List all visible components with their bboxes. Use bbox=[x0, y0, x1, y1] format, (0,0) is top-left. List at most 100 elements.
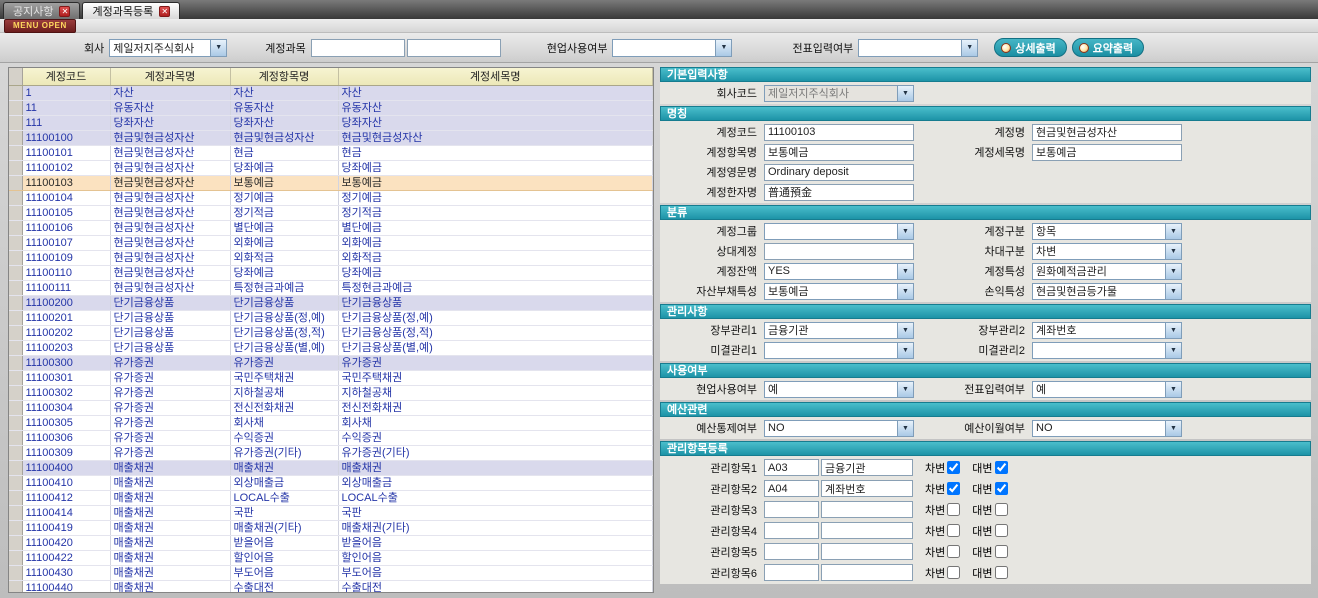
row-gutter[interactable] bbox=[9, 145, 22, 160]
cell-detail[interactable]: 외상매출금 bbox=[338, 475, 653, 490]
debit-checkbox-5[interactable] bbox=[947, 545, 960, 558]
cell-subject[interactable]: 매출채권 bbox=[110, 520, 230, 535]
cell-item[interactable]: 수출대전 bbox=[230, 580, 338, 593]
cell-subject[interactable]: 당좌자산 bbox=[110, 115, 230, 130]
cell-code[interactable]: 11100300 bbox=[22, 355, 110, 370]
debit-checkbox-1[interactable] bbox=[947, 461, 960, 474]
table-row[interactable]: 11100106현금및현금성자산별단예금별단예금 bbox=[9, 220, 653, 235]
cell-code[interactable]: 1 bbox=[22, 85, 110, 100]
table-row[interactable]: 11100412매출채권LOCAL수출LOCAL수출 bbox=[9, 490, 653, 505]
cell-subject[interactable]: 현금및현금성자산 bbox=[110, 205, 230, 220]
cell-detail[interactable]: 유동자산 bbox=[338, 100, 653, 115]
table-row[interactable]: 11100104현금및현금성자산정기예금정기예금 bbox=[9, 190, 653, 205]
row-gutter[interactable] bbox=[9, 235, 22, 250]
cell-detail[interactable]: 당좌자산 bbox=[338, 115, 653, 130]
cell-code[interactable]: 11100111 bbox=[22, 280, 110, 295]
col-header-detail[interactable]: 계정세목명 bbox=[338, 68, 653, 85]
row-gutter[interactable] bbox=[9, 250, 22, 265]
cell-item[interactable]: 할인어음 bbox=[230, 550, 338, 565]
account-code-filter-input[interactable] bbox=[311, 39, 405, 57]
table-row[interactable]: 11100109현금및현금성자산외화적금외화적금 bbox=[9, 250, 653, 265]
cell-item[interactable]: 받을어음 bbox=[230, 535, 338, 550]
cell-subject[interactable]: 매출채권 bbox=[110, 490, 230, 505]
cell-subject[interactable]: 유가증권 bbox=[110, 355, 230, 370]
account-name-filter-input[interactable] bbox=[407, 39, 501, 57]
cell-detail[interactable]: 수출대전 bbox=[338, 580, 653, 593]
account-name-input[interactable] bbox=[1032, 124, 1182, 141]
table-row[interactable]: 11100107현금및현금성자산외화예금외화예금 bbox=[9, 235, 653, 250]
cell-subject[interactable]: 매출채권 bbox=[110, 505, 230, 520]
cell-item[interactable]: 당좌예금 bbox=[230, 160, 338, 175]
cell-code[interactable]: 11100414 bbox=[22, 505, 110, 520]
cell-subject[interactable]: 현금및현금성자산 bbox=[110, 190, 230, 205]
row-gutter[interactable] bbox=[9, 385, 22, 400]
mgmt-item-code-input-6[interactable] bbox=[764, 564, 819, 581]
cell-item[interactable]: 단기금융상품 bbox=[230, 295, 338, 310]
cell-detail[interactable]: 당좌예금 bbox=[338, 265, 653, 280]
mgmt-item-code-input-2[interactable] bbox=[764, 480, 819, 497]
table-row[interactable]: 11100430매출채권부도어음부도어음 bbox=[9, 565, 653, 580]
table-row[interactable]: 11100410매출채권외상매출금외상매출금 bbox=[9, 475, 653, 490]
mgmt-item-name-input-4[interactable] bbox=[821, 522, 913, 539]
company-select[interactable]: 제일저지주식회사 ▼ bbox=[109, 39, 227, 57]
cell-subject[interactable]: 현금및현금성자산 bbox=[110, 235, 230, 250]
cell-code[interactable]: 11100309 bbox=[22, 445, 110, 460]
cell-item[interactable]: 유가증권(기타) bbox=[230, 445, 338, 460]
cell-subject[interactable]: 유가증권 bbox=[110, 400, 230, 415]
cell-subject[interactable]: 매출채권 bbox=[110, 460, 230, 475]
cell-item[interactable]: 매출채권 bbox=[230, 460, 338, 475]
mgmt-item-name-input-5[interactable] bbox=[821, 543, 913, 560]
debit-checkbox-6[interactable] bbox=[947, 566, 960, 579]
table-row[interactable]: 11100202단기금융상품단기금융상품(정,적)단기금융상품(정,적) bbox=[9, 325, 653, 340]
account-group-select[interactable]: ▼ bbox=[764, 223, 914, 240]
row-gutter[interactable] bbox=[9, 190, 22, 205]
cell-code[interactable]: 11100410 bbox=[22, 475, 110, 490]
cell-detail[interactable]: 당좌예금 bbox=[338, 160, 653, 175]
cell-subject[interactable]: 단기금융상품 bbox=[110, 340, 230, 355]
table-row[interactable]: 11100309유가증권유가증권(기타)유가증권(기타) bbox=[9, 445, 653, 460]
cell-item[interactable]: 특정현금과예금 bbox=[230, 280, 338, 295]
row-gutter[interactable] bbox=[9, 550, 22, 565]
pending-mgmt1-select[interactable]: ▼ bbox=[764, 342, 914, 359]
row-gutter[interactable] bbox=[9, 220, 22, 235]
cell-subject[interactable]: 단기금융상품 bbox=[110, 310, 230, 325]
mgmt-item-code-input-5[interactable] bbox=[764, 543, 819, 560]
cell-subject[interactable]: 유가증권 bbox=[110, 445, 230, 460]
account-detail-name-input[interactable] bbox=[1032, 144, 1182, 161]
credit-checkbox-4[interactable] bbox=[995, 524, 1008, 537]
cell-item[interactable]: 유가증권 bbox=[230, 355, 338, 370]
table-row[interactable]: 11100300유가증권유가증권유가증권 bbox=[9, 355, 653, 370]
cell-subject[interactable]: 단기금융상품 bbox=[110, 325, 230, 340]
cell-subject[interactable]: 현금및현금성자산 bbox=[110, 280, 230, 295]
row-gutter[interactable] bbox=[9, 310, 22, 325]
credit-checkbox-2[interactable] bbox=[995, 482, 1008, 495]
debit-checkbox-2[interactable] bbox=[947, 482, 960, 495]
cell-code[interactable]: 11100104 bbox=[22, 190, 110, 205]
credit-checkbox-5[interactable] bbox=[995, 545, 1008, 558]
account-division-select[interactable]: 항목▼ bbox=[1032, 223, 1182, 240]
cell-item[interactable]: 단기금융상품(정,예) bbox=[230, 310, 338, 325]
account-attribute-select[interactable]: 원화예적금관리▼ bbox=[1032, 263, 1182, 280]
cell-item[interactable]: 단기금융상품(별,예) bbox=[230, 340, 338, 355]
cell-detail[interactable]: 보통예금 bbox=[338, 175, 653, 190]
col-header-subject[interactable]: 계정과목명 bbox=[110, 68, 230, 85]
cell-subject[interactable]: 매출채권 bbox=[110, 535, 230, 550]
row-gutter[interactable] bbox=[9, 460, 22, 475]
table-row[interactable]: 11유동자산유동자산유동자산 bbox=[9, 100, 653, 115]
cell-item[interactable]: 수익증권 bbox=[230, 430, 338, 445]
row-gutter[interactable] bbox=[9, 565, 22, 580]
row-gutter[interactable] bbox=[9, 130, 22, 145]
row-gutter[interactable] bbox=[9, 475, 22, 490]
cell-subject[interactable]: 현금및현금성자산 bbox=[110, 130, 230, 145]
cell-item[interactable]: 매출채권(기타) bbox=[230, 520, 338, 535]
table-row[interactable]: 11100440매출채권수출대전수출대전 bbox=[9, 580, 653, 593]
cell-detail[interactable]: 현금 bbox=[338, 145, 653, 160]
cell-item[interactable]: 별단예금 bbox=[230, 220, 338, 235]
cell-detail[interactable]: 전신전화채권 bbox=[338, 400, 653, 415]
row-gutter[interactable] bbox=[9, 520, 22, 535]
cell-subject[interactable]: 현금및현금성자산 bbox=[110, 220, 230, 235]
table-row[interactable]: 11100101현금및현금성자산현금현금 bbox=[9, 145, 653, 160]
account-balance-select[interactable]: YES▼ bbox=[764, 263, 914, 280]
cell-subject[interactable]: 유가증권 bbox=[110, 415, 230, 430]
mgmt-item-code-input-3[interactable] bbox=[764, 501, 819, 518]
